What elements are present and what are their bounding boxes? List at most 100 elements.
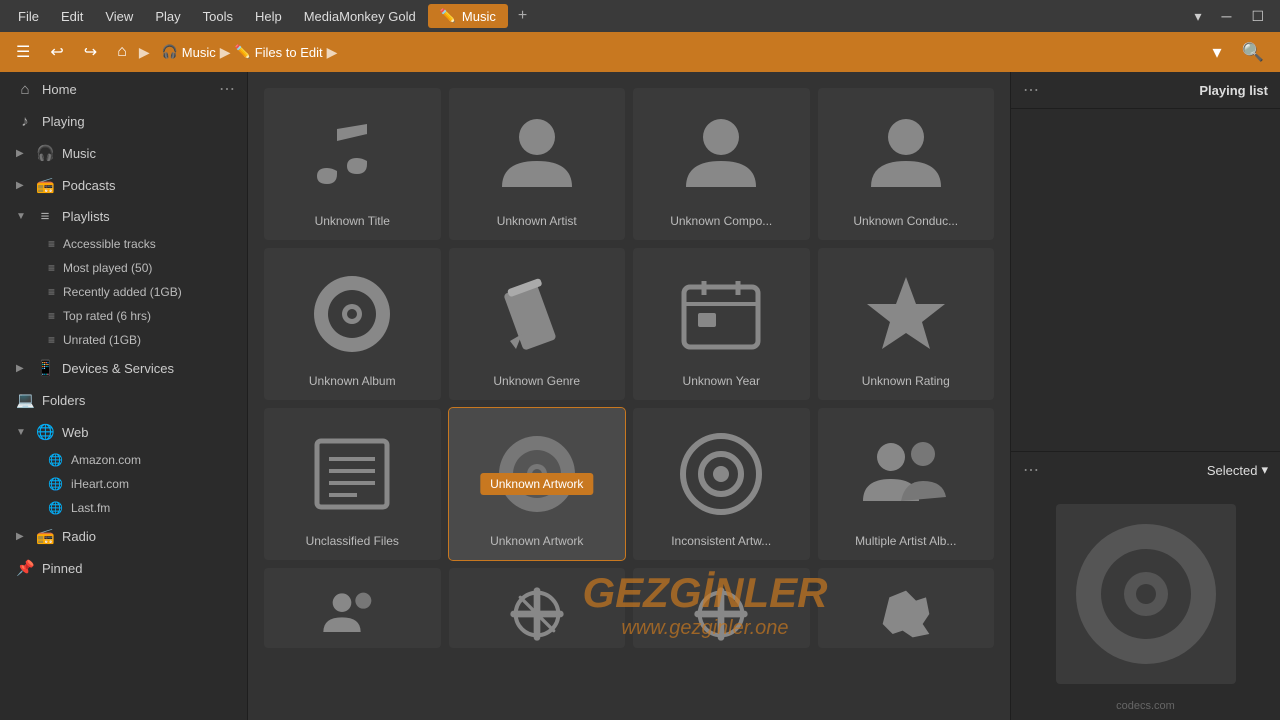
sidebar-item-playing[interactable]: ♪ Playing: [0, 106, 247, 137]
sidebar-item-podcasts[interactable]: ▶ 📻 Podcasts: [0, 169, 247, 201]
sidebar-item-music[interactable]: ▶ 🎧 Music: [0, 137, 247, 169]
menu-help[interactable]: Help: [245, 5, 292, 28]
grid-item-row4-2[interactable]: [449, 568, 626, 648]
grid-item-inconsistent-artwork[interactable]: Inconsistent Artw...: [633, 408, 810, 560]
sidebar-playing-label: Playing: [42, 114, 235, 129]
sidebar-item-home[interactable]: ⌂ Home ⋯: [0, 72, 247, 106]
sidebar-item-iheart[interactable]: 🌐 iHeart.com: [0, 472, 247, 496]
breadcrumb-files-to-edit[interactable]: Files to Edit: [255, 45, 323, 60]
menu-play[interactable]: Play: [145, 5, 190, 28]
hamburger-button[interactable]: ☰: [8, 38, 38, 66]
sidebar-home-more[interactable]: ⋯: [219, 79, 235, 99]
unrated-icon: ≡: [48, 333, 55, 347]
selected-title: Selected: [1207, 463, 1258, 478]
disc-outline-icon: [671, 424, 771, 524]
unknown-artwork-tooltip: Unknown Artwork: [480, 473, 593, 495]
grid-item-unknown-genre[interactable]: Unknown Genre: [449, 248, 626, 400]
devices-expand-icon: ▶: [16, 363, 28, 374]
redo-button[interactable]: ↪: [76, 38, 105, 66]
people-icon: [856, 424, 956, 524]
grid-item-unknown-title[interactable]: Unknown Title: [264, 88, 441, 240]
sidebar-item-top-rated[interactable]: ≡ Top rated (6 hrs): [0, 304, 247, 328]
grid-label-unclassified-files: Unclassified Files: [306, 534, 399, 548]
search-button[interactable]: 🔍: [1234, 38, 1272, 67]
win-dropdown[interactable]: ▾: [1186, 4, 1209, 29]
breadcrumb-music[interactable]: Music: [182, 45, 216, 60]
music-note-icon: [302, 104, 402, 204]
grid-item-row4-4[interactable]: [818, 568, 995, 648]
selected-dropdown[interactable]: Selected ▾: [1207, 462, 1268, 478]
person-icon: [487, 104, 587, 204]
grid-item-unknown-conductor[interactable]: Unknown Conduc...: [818, 88, 995, 240]
active-tab[interactable]: ✏️ Music: [428, 4, 508, 28]
conductor-person-icon: [856, 104, 956, 204]
grid-label-unknown-year: Unknown Year: [683, 374, 760, 388]
sidebar-item-pinned[interactable]: 📌 Pinned: [0, 552, 247, 584]
sidebar-item-recently-added[interactable]: ≡ Recently added (1GB): [0, 280, 247, 304]
grid-label-unknown-conductor: Unknown Conduc...: [853, 214, 958, 228]
most-played-icon: ≡: [48, 261, 55, 275]
home-button[interactable]: ⌂: [109, 39, 135, 65]
radio-icon: 📻: [36, 527, 54, 545]
sidebar-most-played-label: Most played (50): [63, 261, 152, 275]
sidebar-item-devices[interactable]: ▶ 📱 Devices & Services: [0, 352, 247, 384]
grid-item-row4-1[interactable]: [264, 568, 441, 648]
grid-label-inconsistent-artwork: Inconsistent Artw...: [671, 534, 771, 548]
panel-bottom-more-icon[interactable]: ⋯: [1023, 460, 1039, 480]
pencil-icon: [487, 264, 587, 364]
menu-mediamonkey[interactable]: MediaMonkey Gold: [294, 5, 426, 28]
sidebar-item-folders[interactable]: 💻 Folders: [0, 384, 247, 416]
grid-item-multiple-artist[interactable]: Multiple Artist Alb...: [818, 408, 995, 560]
web-expand-icon: ▼: [16, 427, 28, 438]
panel-top-more-icon[interactable]: ⋯: [1023, 80, 1039, 100]
sidebar-web-label: Web: [62, 425, 235, 440]
sidebar-item-playlists[interactable]: ▼ ≡ Playlists: [0, 201, 247, 232]
iheart-icon: 🌐: [48, 477, 63, 491]
win-maximize[interactable]: ☐: [1243, 4, 1272, 29]
filter-button[interactable]: ▾: [1205, 38, 1230, 67]
sidebar-iheart-label: iHeart.com: [71, 477, 129, 491]
sidebar-playlists-label: Playlists: [62, 209, 235, 224]
sidebar-item-unrated[interactable]: ≡ Unrated (1GB): [0, 328, 247, 352]
grid-item-unclassified-files[interactable]: Unclassified Files: [264, 408, 441, 560]
grid-item-unknown-album[interactable]: Unknown Album: [264, 248, 441, 400]
sidebar-pinned-label: Pinned: [42, 561, 235, 576]
calendar-icon: [671, 264, 771, 364]
main-layout: ⌂ Home ⋯ ♪ Playing ▶ 🎧 Music ▶ 📻 Podcast…: [0, 72, 1280, 720]
breadcrumb-sep-1: ▶: [139, 44, 150, 61]
sidebar-unrated-label: Unrated (1GB): [63, 333, 141, 347]
add-tab-button[interactable]: +: [510, 3, 535, 29]
sidebar: ⌂ Home ⋯ ♪ Playing ▶ 🎧 Music ▶ 📻 Podcast…: [0, 72, 248, 720]
grid-item-row4-3[interactable]: [633, 568, 810, 648]
content-area: Unknown Title Unknown Artist: [248, 72, 1010, 720]
music-icon: 🎧: [36, 144, 54, 162]
win-minimize[interactable]: ─: [1214, 4, 1240, 29]
sidebar-item-radio[interactable]: ▶ 📻 Radio: [0, 520, 247, 552]
sidebar-item-lastfm[interactable]: 🌐 Last.fm: [0, 496, 247, 520]
music-expand-icon: ▶: [16, 148, 28, 159]
grid-item-unknown-rating[interactable]: Unknown Rating: [818, 248, 995, 400]
sidebar-folders-label: Folders: [42, 393, 235, 408]
playing-icon: ♪: [16, 113, 34, 130]
grid-item-unknown-year[interactable]: Unknown Year: [633, 248, 810, 400]
radio-expand-icon: ▶: [16, 531, 28, 542]
sidebar-item-accessible-tracks[interactable]: ≡ Accessible tracks: [0, 232, 247, 256]
sidebar-item-amazon[interactable]: 🌐 Amazon.com: [0, 448, 247, 472]
menu-edit[interactable]: Edit: [51, 5, 93, 28]
grid-item-unknown-artist[interactable]: Unknown Artist: [449, 88, 626, 240]
accessible-tracks-icon: ≡: [48, 237, 55, 251]
undo-button[interactable]: ↩: [42, 38, 71, 66]
pinned-icon: 📌: [16, 559, 34, 577]
menu-tools[interactable]: Tools: [193, 5, 243, 28]
grid-item-unknown-composer[interactable]: Unknown Compo...: [633, 88, 810, 240]
files-to-edit-grid: Unknown Title Unknown Artist: [264, 88, 994, 560]
sidebar-item-most-played[interactable]: ≡ Most played (50): [0, 256, 247, 280]
toolbar: ☰ ↩ ↪ ⌂ ▶ 🎧 Music ▶ ✏️ Files to Edit ▶ ▾…: [0, 32, 1280, 72]
menu-file[interactable]: File: [8, 5, 49, 28]
sidebar-podcasts-label: Podcasts: [62, 178, 235, 193]
sidebar-item-web[interactable]: ▼ 🌐 Web: [0, 416, 247, 448]
disc-icon: [302, 264, 402, 364]
breadcrumb-sep-2: ▶: [220, 44, 231, 61]
menu-view[interactable]: View: [95, 5, 143, 28]
grid-item-unknown-artwork[interactable]: Unknown Artwork Unknown Artwork: [449, 408, 626, 560]
